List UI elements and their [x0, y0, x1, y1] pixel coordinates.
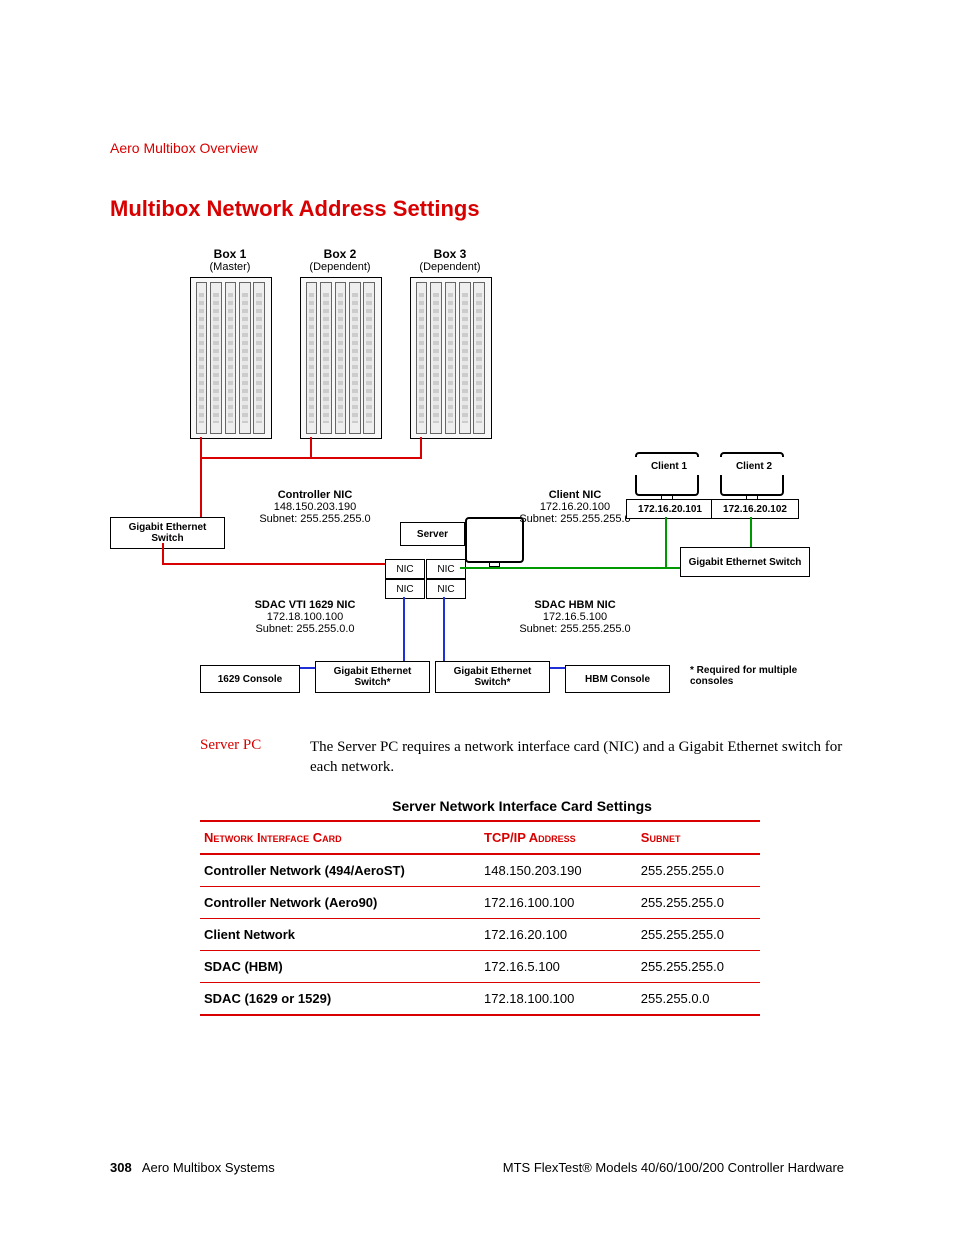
- client-nic-subnet: Subnet: 255.255.255.0: [519, 513, 630, 525]
- table-row: SDAC (HBM) 172.16.5.100 255.255.255.0: [200, 950, 760, 982]
- box1-name: Box 1: [185, 247, 275, 261]
- cell-name: Controller Network (Aero90): [200, 886, 480, 918]
- nic-bot-left: NIC: [385, 579, 425, 599]
- client1-ip: 172.16.20.101: [626, 499, 714, 519]
- wire-red: [162, 563, 390, 565]
- controller-nic-title: Controller NIC: [230, 489, 400, 501]
- server-pc-side-label: Server PC: [200, 737, 310, 778]
- sdac-hbm-subnet: Subnet: 255.255.255.0: [519, 623, 630, 635]
- client-nic-ip: 172.16.20.100: [540, 501, 610, 513]
- server-label: Server: [400, 522, 465, 546]
- cell-ip: 172.16.100.100: [480, 886, 637, 918]
- nic-table-wrap: Server Network Interface Card Settings N…: [200, 798, 844, 1016]
- nic-top-left: NIC: [385, 559, 425, 579]
- sdac-hbm-ip: 172.16.5.100: [543, 611, 607, 623]
- wire-green: [665, 517, 667, 567]
- footer-left: 308 Aero Multibox Systems: [110, 1160, 275, 1175]
- table-row: Client Network 172.16.20.100 255.255.255…: [200, 918, 760, 950]
- cell-subnet: 255.255.255.0: [637, 918, 760, 950]
- cell-subnet: 255.255.255.0: [637, 886, 760, 918]
- chassis-box1: [190, 277, 272, 439]
- chassis-box3: [410, 277, 492, 439]
- cell-ip: 148.150.203.190: [480, 854, 637, 887]
- server-pc-text: The Server PC requires a network interfa…: [310, 737, 844, 778]
- console-1629: 1629 Console: [200, 665, 300, 693]
- wire-blue: [403, 597, 405, 667]
- footer-left-text: Aero Multibox Systems: [142, 1160, 275, 1175]
- box1-role: (Master): [210, 261, 251, 273]
- box3-role: (Dependent): [419, 261, 480, 273]
- client2-label: Client 2: [720, 457, 788, 475]
- wire-red: [200, 457, 422, 459]
- box3-label: Box 3 (Dependent): [405, 247, 495, 273]
- wire-red: [420, 437, 422, 457]
- sdac-vti-subnet: Subnet: 255.255.0.0: [255, 623, 354, 635]
- controller-nic-ip: 148.150.203.190: [274, 501, 357, 513]
- client2-ip: 172.16.20.102: [711, 499, 799, 519]
- ge-switch-1629: Gigabit Ethernet Switch*: [315, 661, 430, 693]
- chassis-box2: [300, 277, 382, 439]
- console-hbm: HBM Console: [565, 665, 670, 693]
- sdac-hbm-title: SDAC HBM NIC: [490, 599, 660, 611]
- box1-label: Box 1 (Master): [185, 247, 275, 273]
- cell-subnet: 255.255.255.0: [637, 854, 760, 887]
- cell-subnet: 255.255.0.0: [637, 982, 760, 1015]
- box2-role: (Dependent): [309, 261, 370, 273]
- diagram-footnote: * Required for multiple consoles: [690, 665, 810, 687]
- cell-ip: 172.16.5.100: [480, 950, 637, 982]
- cell-name: SDAC (1629 or 1529): [200, 982, 480, 1015]
- cell-ip: 172.16.20.100: [480, 918, 637, 950]
- sdac-vti-title: SDAC VTI 1629 NIC: [220, 599, 390, 611]
- footer-right: MTS FlexTest® Models 40/60/100/200 Contr…: [503, 1160, 844, 1175]
- section-header: Aero Multibox Overview: [110, 140, 844, 156]
- ge-switch-hbm: Gigabit Ethernet Switch*: [435, 661, 550, 693]
- controller-nic-subnet: Subnet: 255.255.255.0: [259, 513, 370, 525]
- sdac-vti-ip: 172.18.100.100: [267, 611, 343, 623]
- table-header-row: Network Interface Card TCP/IP Address Su…: [200, 821, 760, 854]
- sdac-vti-label: SDAC VTI 1629 NIC 172.18.100.100 Subnet:…: [220, 599, 390, 635]
- page: Aero Multibox Overview Multibox Network …: [0, 0, 954, 1235]
- ge-switch-client: Gigabit Ethernet Switch: [680, 547, 810, 577]
- table-row: Controller Network (Aero90) 172.16.100.1…: [200, 886, 760, 918]
- th-subnet: Subnet: [637, 821, 760, 854]
- table-row: SDAC (1629 or 1529) 172.18.100.100 255.2…: [200, 982, 760, 1015]
- th-nic: Network Interface Card: [200, 821, 480, 854]
- table-row: Controller Network (494/AeroST) 148.150.…: [200, 854, 760, 887]
- wire-red: [162, 543, 164, 563]
- box2-name: Box 2: [295, 247, 385, 261]
- nic-table-title: Server Network Interface Card Settings: [200, 798, 844, 814]
- cell-name: SDAC (HBM): [200, 950, 480, 982]
- box2-label: Box 2 (Dependent): [295, 247, 385, 273]
- wire-red: [310, 437, 312, 457]
- network-diagram: Box 1 (Master) Box 2 (Dependent) Box 3 (…: [110, 247, 844, 717]
- server-pc-block: Server PC The Server PC requires a netwo…: [200, 737, 844, 778]
- wire-blue: [443, 597, 445, 667]
- client1-label: Client 1: [635, 457, 703, 475]
- cell-subnet: 255.255.255.0: [637, 950, 760, 982]
- sdac-hbm-label: SDAC HBM NIC 172.16.5.100 Subnet: 255.25…: [490, 599, 660, 635]
- box3-name: Box 3: [405, 247, 495, 261]
- page-number: 308: [110, 1160, 132, 1175]
- cell-ip: 172.18.100.100: [480, 982, 637, 1015]
- cell-name: Controller Network (494/AeroST): [200, 854, 480, 887]
- page-footer: 308 Aero Multibox Systems MTS FlexTest® …: [110, 1160, 844, 1175]
- main-title: Multibox Network Address Settings: [110, 196, 844, 222]
- controller-nic-label: Controller NIC 148.150.203.190 Subnet: 2…: [230, 489, 400, 525]
- nic-bot-right: NIC: [426, 579, 466, 599]
- wire-red: [200, 437, 202, 517]
- ge-switch-controller: Gigabit Ethernet Switch: [110, 517, 225, 549]
- nic-table: Network Interface Card TCP/IP Address Su…: [200, 820, 760, 1016]
- th-ip: TCP/IP Address: [480, 821, 637, 854]
- nic-top-right: NIC: [426, 559, 466, 579]
- cell-name: Client Network: [200, 918, 480, 950]
